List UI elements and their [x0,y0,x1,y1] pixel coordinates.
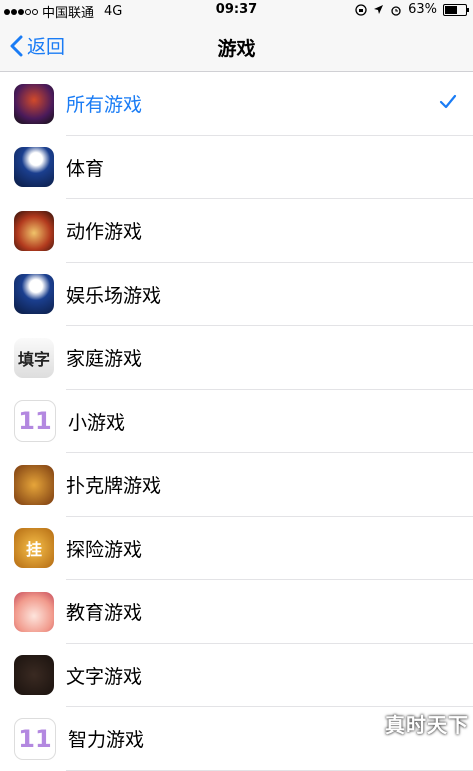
list-item[interactable]: 所有游戏 [0,72,473,136]
list-item-label: 动作游戏 [66,217,142,244]
battery-icon [443,4,467,16]
list-item[interactable]: 娱乐场游戏 [0,263,473,327]
watermark: 真时天下 [385,709,469,738]
navigation-bar: 返回 游戏 [0,20,473,72]
status-right: 63% [355,2,467,17]
list-item[interactable]: 挂探险游戏 [0,517,473,581]
list-item[interactable]: 体育 [0,136,473,200]
action-games-icon [14,211,54,251]
icon-glyph: 填字 [14,338,54,378]
icon-glyph: 挂 [14,528,54,568]
card-games-icon [14,465,54,505]
word-games-icon [14,655,54,695]
list-item-label: 探险游戏 [66,535,142,562]
list-item[interactable]: 教育游戏 [0,580,473,644]
list-item[interactable]: 填字家庭游戏 [0,326,473,390]
list-item-label: 智力游戏 [68,725,144,752]
puzzle-games-icon: 11 [14,718,56,760]
list-item-label: 扑克牌游戏 [66,471,161,498]
mini-games-icon: 11 [14,400,56,442]
list-item[interactable]: 动作游戏 [0,199,473,263]
list-item-label: 所有游戏 [66,90,142,117]
battery-percent: 63% [408,2,437,17]
category-list: 所有游戏体育动作游戏娱乐场游戏填字家庭游戏 11 小游戏扑克牌游戏挂探险游戏教育游戏… [0,72,473,771]
all-games-icon [14,84,54,124]
checkmark-icon [439,94,457,110]
list-item[interactable]: 扑克牌游戏 [0,453,473,517]
alarm-icon [390,4,402,16]
family-games-icon: 填字 [14,338,54,378]
education-games-icon [14,592,54,632]
list-item[interactable]: 11 小游戏 [0,390,473,454]
list-item-label: 家庭游戏 [66,344,142,371]
list-item-label: 文字游戏 [66,662,142,689]
list-item-label: 小游戏 [68,408,125,435]
list-item-label: 娱乐场游戏 [66,281,161,308]
status-bar: 中国联通 4G 09:37 63% [0,0,473,20]
icon-glyph: 11 [15,719,55,759]
list-item-label: 体育 [66,154,104,181]
list-item-label: 教育游戏 [66,598,142,625]
location-arrow-icon [373,4,384,15]
sports-icon [14,147,54,187]
list-item[interactable]: 文字游戏 [0,644,473,708]
casino-games-icon [14,274,54,314]
adventure-games-icon: 挂 [14,528,54,568]
orientation-lock-icon [355,4,367,16]
page-title: 游戏 [0,34,473,61]
icon-glyph: 11 [15,401,55,441]
